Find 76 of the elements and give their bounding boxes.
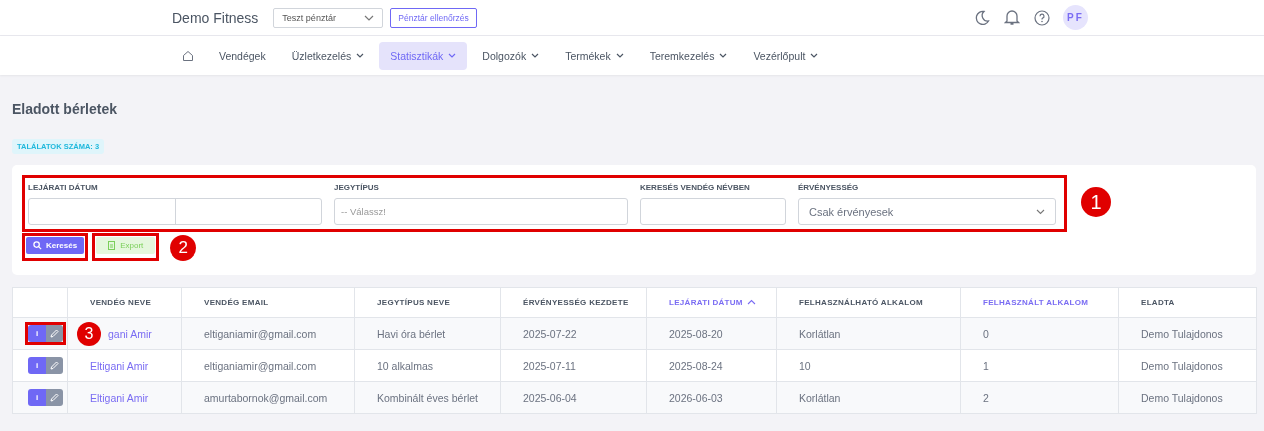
home-icon <box>182 49 194 62</box>
table-cell: 10 alkalmas <box>354 349 501 382</box>
chevron-down-icon <box>448 53 457 58</box>
table-cell: 2026-06-03 <box>646 381 777 414</box>
table-cell: Kombinált éves bérlet <box>354 381 501 414</box>
nav-item[interactable]: Teremkezelés <box>638 41 739 70</box>
table-cell: Demo Tulajdonos <box>1118 317 1257 350</box>
info-button[interactable]: i <box>28 357 46 374</box>
nav-item[interactable]: Vendégek <box>208 41 277 70</box>
table-cell: Demo Tulajdonos <box>1118 349 1257 382</box>
column-header: FELHASZNÁLHATÓ ALKALOM <box>776 287 961 318</box>
callout-number: 2 <box>170 235 197 261</box>
validity-select[interactable]: Csak érvényesek <box>798 198 1056 225</box>
chevron-down-icon <box>1036 208 1045 215</box>
table-cell: 2025-08-24 <box>646 349 777 382</box>
column-header[interactable]: LEJÁRATI DÁTUM <box>646 287 777 318</box>
column-header: VENDÉG EMAIL <box>181 287 355 318</box>
field-label: ÉRVÉNYESSÉG <box>798 183 860 192</box>
nav-item[interactable]: Üzletkezelés <box>280 41 376 70</box>
search-button[interactable]: Keresés <box>26 237 85 254</box>
chevron-down-icon <box>356 53 365 58</box>
table-cell: 2 <box>960 381 1119 414</box>
pencil-icon <box>50 393 59 402</box>
column-header: ELADTA <box>1118 287 1257 318</box>
chevron-down-icon <box>531 53 540 58</box>
pencil-icon <box>50 329 59 338</box>
spreadsheet-icon <box>108 241 116 250</box>
column-header[interactable]: FELHASZNÁLT ALKALOM <box>960 287 1119 318</box>
table-cell: 2025-07-11 <box>500 349 647 382</box>
register-select[interactable]: Teszt pénztár <box>273 7 384 28</box>
table-cell: 1 <box>960 349 1119 382</box>
guest-name-link[interactable]: gani Amir <box>108 327 152 340</box>
table-cell: 2025-07-22 <box>500 317 647 350</box>
nav-item[interactable]: Dolgozók <box>471 41 551 70</box>
table-cell: eltiganiamir@gmail.com <box>181 349 355 382</box>
chevron-down-icon <box>615 53 624 58</box>
table-cell: 0 <box>960 317 1119 350</box>
table-cell: eltiganiamir@gmail.com <box>181 317 355 350</box>
table-cell: amurtabornok@gmail.com <box>181 381 355 414</box>
chevron-down-icon <box>364 14 375 21</box>
nav-item[interactable]: Termékek <box>554 41 635 70</box>
help-icon[interactable] <box>1034 9 1050 26</box>
pencil-icon <box>50 361 59 370</box>
table-cell: Korlátlan <box>776 317 961 350</box>
moon-icon[interactable] <box>974 9 990 26</box>
table-cell: 2025-06-04 <box>500 381 647 414</box>
brand-name: Demo Fitness <box>172 9 259 26</box>
column-header: ÉRVÉNYESSÉG KEZDETE <box>500 287 647 318</box>
ticket-type-select[interactable]: -- Válassz! <box>334 198 628 225</box>
table-cell: Demo Tulajdonos <box>1118 381 1257 414</box>
field-label: JEGYTÍPUS <box>334 183 380 192</box>
field-label: LEJÁRATI DÁTUM <box>28 183 99 192</box>
edit-button[interactable] <box>46 389 63 406</box>
register-check-button[interactable]: Pénztár ellenőrzés <box>390 7 477 28</box>
edit-button[interactable] <box>46 325 63 342</box>
page-title: Eladott bérletek <box>12 101 119 119</box>
table-cell: Korlátlan <box>776 381 961 414</box>
nav-item[interactable]: Vezérlőpult <box>742 41 830 70</box>
search-icon <box>33 241 42 250</box>
edit-button[interactable] <box>46 357 63 374</box>
user-avatar[interactable]: PF <box>1063 5 1088 30</box>
callout-number: 1 <box>1081 187 1111 217</box>
chevron-down-icon <box>810 53 819 58</box>
guest-name-field[interactable] <box>640 198 786 225</box>
nav-item[interactable]: Statisztikák <box>379 41 468 70</box>
bell-icon[interactable] <box>1004 9 1020 26</box>
chevron-down-icon <box>719 53 728 58</box>
field-label: KERESÉS VENDÉG NÉVBEN <box>640 183 751 192</box>
sort-ascending-icon <box>746 299 756 305</box>
column-header: VENDÉG NEVE <box>67 287 182 318</box>
table-cell: 10 <box>776 349 961 382</box>
table-cell: Havi óra bérlet <box>354 317 501 350</box>
column-header: JEGYTÍPUS NEVE <box>354 287 501 318</box>
info-button[interactable]: i <box>28 389 46 406</box>
info-button[interactable]: i <box>28 325 46 342</box>
table-cell: 2025-08-20 <box>646 317 777 350</box>
